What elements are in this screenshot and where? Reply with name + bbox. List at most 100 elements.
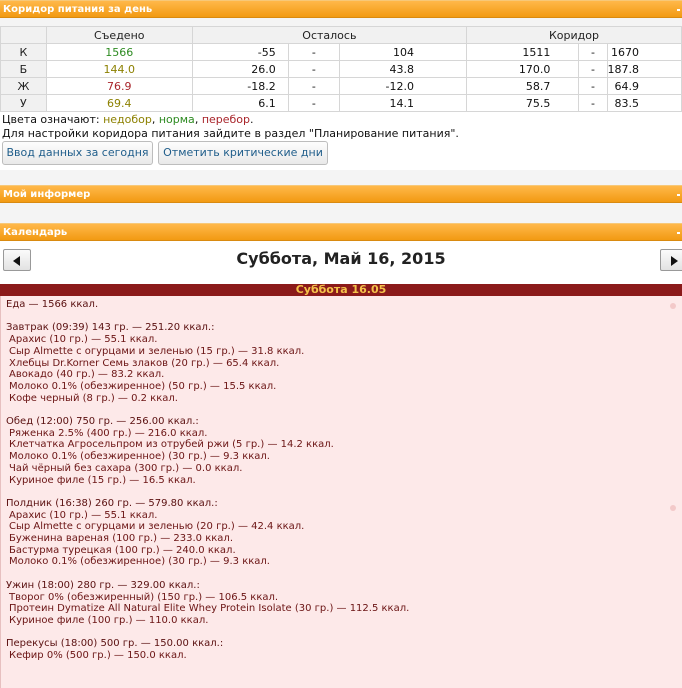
cell-cor-min: 58.7 — [466, 77, 580, 95]
cell-cor-max: 187.8 — [606, 60, 682, 78]
food-item: Кофе черный (8 гр.) — 0.2 ккал. — [9, 392, 178, 404]
legend-sep2: , — [194, 113, 202, 126]
collapse-dot-icon[interactable] — [677, 9, 680, 11]
food-item: Бастурма турецкая (100 гр.) — 240.0 ккал… — [9, 544, 236, 556]
cell-cor-min: 75.5 — [466, 94, 580, 112]
cell-left-max: 104 — [338, 43, 468, 61]
enter-today-button[interactable]: Ввод данных за сегодня — [2, 141, 153, 165]
right-triangle-icon — [671, 256, 678, 266]
table-row: Б 144.0 26.0-43.8 170.0-187.8 — [0, 60, 682, 78]
header-corridor: Коридор — [466, 26, 682, 44]
informer-panel-body — [0, 203, 682, 223]
calendar-panel-title: Календарь — [3, 227, 68, 238]
food-item: Протеин Dymatize All Natural Elite Whey … — [9, 603, 410, 615]
food-item: Сыр Almette с огурцами и зеленью (15 гр.… — [9, 345, 305, 357]
legend-over: перебор — [201, 113, 251, 126]
cell-eaten: 69.4 — [45, 94, 193, 112]
header-eaten: Съедено — [45, 26, 193, 44]
food-item: Кефир 0% (500 гр.) — 150.0 ккал. — [9, 650, 187, 662]
cell-cor-min: 1511 — [466, 43, 580, 61]
cell-eaten: 144.0 — [45, 60, 193, 78]
next-day-button[interactable] — [660, 249, 682, 271]
header-left: Осталось — [191, 26, 468, 44]
cell-lab: Б — [0, 60, 47, 78]
cell-dash1: - — [287, 43, 340, 61]
cell-left-min: -55 — [191, 43, 289, 61]
cell-left-min: 26.0 — [191, 60, 289, 78]
cell-lab: У — [0, 94, 47, 112]
table-row: У 69.4 6.1-14.1 75.5-83.5 — [0, 94, 682, 112]
food-lines: Еда — 1566 ккал. Завтрак (09:39) 143 гр.… — [6, 299, 409, 662]
left-triangle-icon — [13, 256, 20, 266]
cell-dash2: - — [578, 43, 608, 61]
cell-lab: К — [0, 43, 47, 61]
cell-dash2: - — [578, 60, 608, 78]
food-item: Чай чёрный без сахара (300 гр.) — 0.0 кк… — [9, 462, 243, 474]
corridor-panel-header[interactable]: Коридор питания за день — [0, 0, 682, 18]
flower-icon — [670, 505, 676, 511]
header-empty — [0, 26, 47, 44]
legend-sep1: , — [151, 113, 159, 126]
cell-left-max: 43.8 — [338, 60, 468, 78]
planning-hint: Для настройки коридора питания зайдите в… — [2, 127, 459, 140]
cell-cor-max: 64.9 — [606, 77, 682, 95]
cell-left-max: -12.0 — [338, 77, 468, 95]
mark-critical-days-button[interactable]: Отметить критические дни — [158, 141, 328, 165]
cell-left-min: -18.2 — [191, 77, 289, 95]
food-item: Куриное филе (100 гр.) — 110.0 ккал. — [9, 614, 209, 626]
food-item: Арахис (10 гр.) — 55.1 ккал. — [9, 334, 158, 346]
informer-panel-title: Мой информер — [3, 189, 91, 200]
cell-cor-max: 83.5 — [606, 94, 682, 112]
legend-norm: норма — [158, 113, 195, 126]
food-item: Буженина вареная (100 гр.) — 233.0 ккал. — [9, 533, 233, 545]
meal-title: Обед (12:00) 750 гр. — 256.00 ккал.: — [6, 416, 199, 428]
cell-dash2: - — [578, 77, 608, 95]
meal-title: Полдник (16:38) 260 гр. — 579.80 ккал.: — [6, 497, 218, 509]
meal-title: Перекусы (18:00) 500 гр. — 150.00 ккал.: — [6, 638, 224, 650]
food-item: Молоко 0.1% (обезжиренное) (30 гр.) — 9.… — [9, 556, 270, 568]
day-band: Суббота 16.05 — [0, 284, 682, 296]
legend-under: недобор — [103, 113, 152, 126]
food-item: Клетчатка Агросельпром из отрубей ржи (5… — [9, 439, 334, 451]
collapse-dot-icon[interactable] — [677, 232, 680, 234]
calendar-date-title: Суббота, Май 16, 2015 — [236, 249, 446, 268]
food-item: Ряженка 2.5% (400 гр.) — 216.0 ккал. — [9, 427, 208, 439]
food-total: Еда — 1566 ккал. — [6, 299, 99, 310]
food-item: Авокадо (40 гр.) — 83.2 ккал. — [9, 369, 165, 381]
cell-lab: Ж — [0, 77, 47, 95]
legend-end: . — [250, 113, 254, 126]
nutrition-corridor-table: Съедено Осталось Коридор К 1566 -55-104 151… — [0, 26, 682, 112]
cell-left-min: 6.1 — [191, 94, 289, 112]
food-item: Хлебцы Dr.Korner Семь злаков (20 гр.) — … — [9, 357, 280, 369]
cell-dash2: - — [578, 94, 608, 112]
food-item: Творог 0% (обезжиренный) (150 гр.) — 106… — [9, 591, 279, 603]
corridor-panel-title: Коридор питания за день — [3, 4, 153, 15]
day-food-log: Еда — 1566 ккал. Завтрак (09:39) 143 гр.… — [0, 296, 682, 688]
food-item: Арахис (10 гр.) — 55.1 ккал. — [9, 509, 158, 521]
prev-day-button[interactable] — [3, 249, 31, 271]
calendar-panel-header[interactable]: Календарь — [0, 223, 682, 241]
collapse-dot-icon[interactable] — [677, 194, 680, 196]
cell-eaten: 76.9 — [45, 77, 193, 95]
informer-panel-header[interactable]: Мой информер — [0, 185, 682, 203]
panel-spacer — [0, 18, 682, 26]
table-row: Ж 76.9 -18.2- -12.0 58.7-64.9 — [0, 77, 682, 95]
cell-eaten: 1566 — [45, 43, 193, 61]
table-header-row: Съедено Осталось Коридор — [0, 26, 682, 44]
cell-cor-min: 170.0 — [466, 60, 580, 78]
cell-dash1: - — [287, 60, 340, 78]
food-item: Молоко 0.1% (обезжиренное) (30 гр.) — 9.… — [9, 451, 270, 463]
meal-title: Завтрак (09:39) 143 гр. — 251.20 ккал.: — [6, 322, 215, 334]
cell-dash1: - — [287, 77, 340, 95]
food-item: Сыр Almette с огурцами и зеленью (20 гр.… — [9, 521, 305, 533]
food-item: Куриное филе (15 гр.) — 16.5 ккал. — [9, 474, 196, 486]
table-row: К 1566 -55-104 1511-1670 — [0, 43, 682, 61]
flower-icon — [670, 303, 676, 309]
food-item: Молоко 0.1% (обезжиренное) (50 гр.) — 15… — [9, 380, 277, 392]
color-legend: Цвета означают: недобор, норма, перебор. — [2, 113, 254, 126]
panel-spacer — [0, 170, 682, 185]
cell-cor-max: 1670 — [606, 43, 682, 61]
